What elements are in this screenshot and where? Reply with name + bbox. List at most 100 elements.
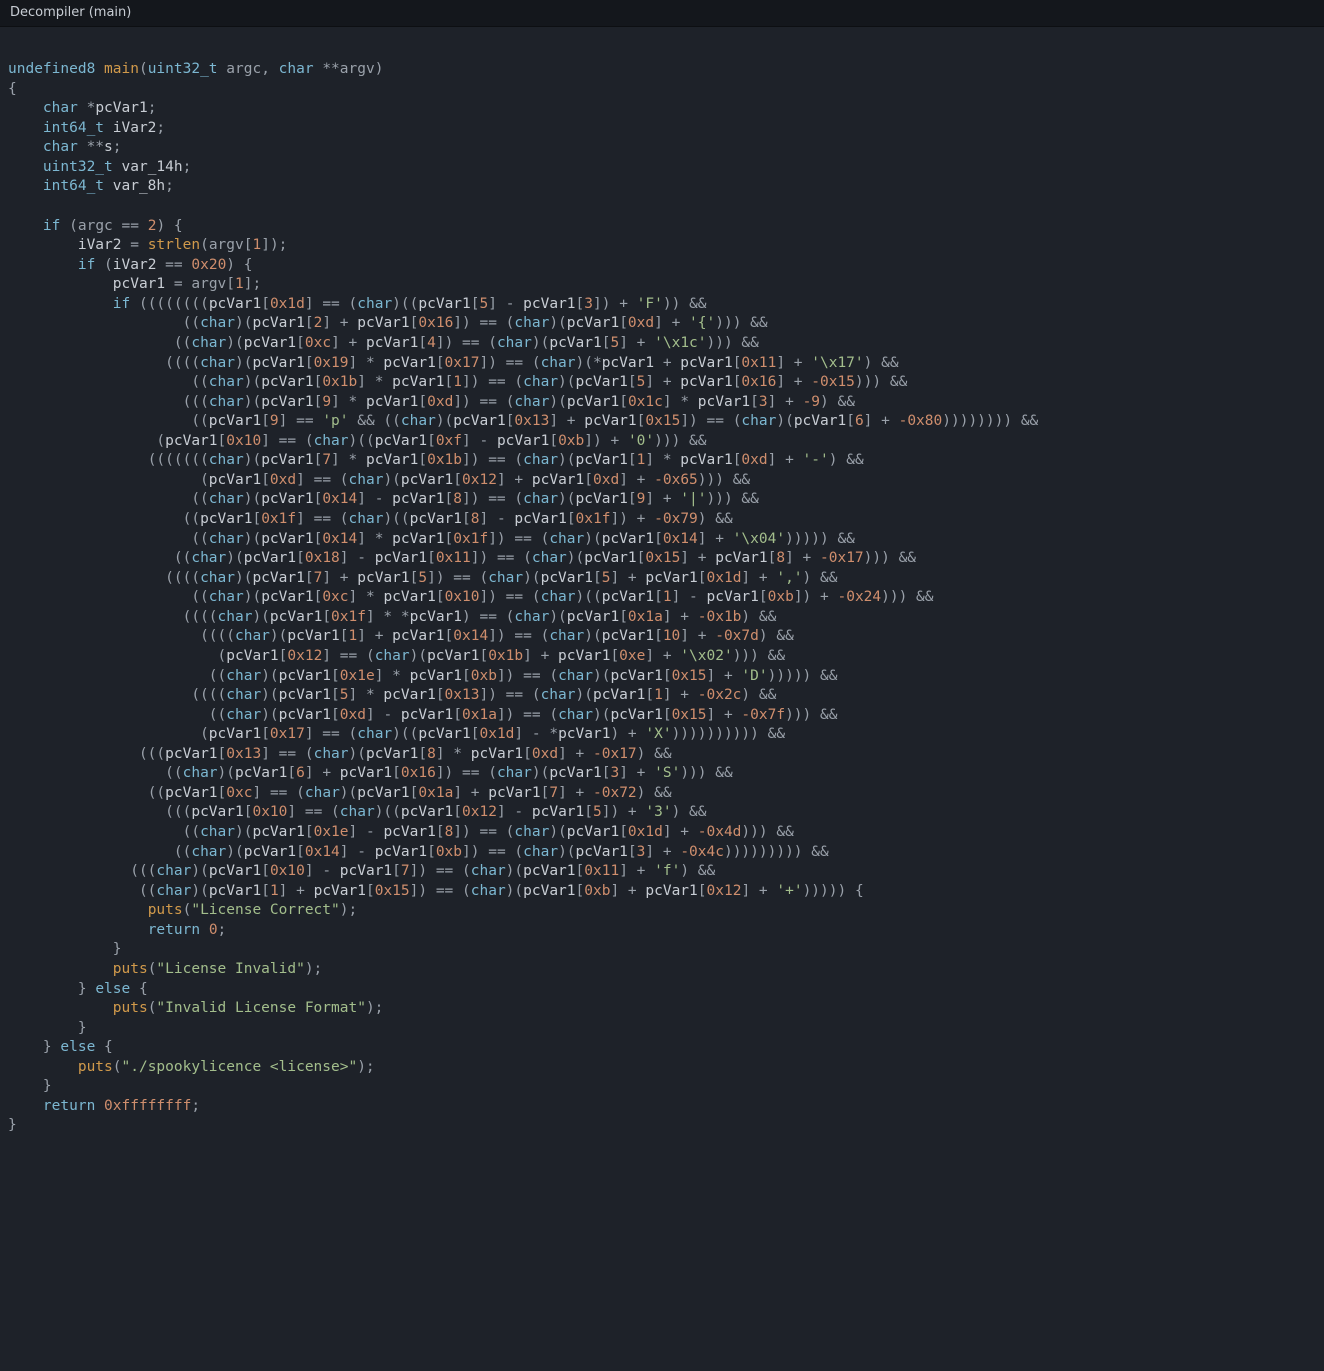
pv: pcVar1: [410, 609, 462, 625]
pv: pcVar1: [584, 413, 636, 429]
decl-char2: char: [43, 139, 78, 155]
cast: char: [340, 804, 375, 820]
cast: char: [218, 609, 253, 625]
pv: pcVar1: [680, 452, 732, 468]
n: 8: [445, 824, 454, 840]
n: 0x12: [462, 472, 497, 488]
n: 0x1f: [576, 511, 611, 527]
n: 5: [610, 335, 619, 351]
pv: pcVar1: [532, 472, 584, 488]
pv: pcVar1: [576, 374, 628, 390]
n: 1: [654, 687, 663, 703]
ch: '3': [645, 804, 671, 820]
pv: pcVar1: [549, 335, 601, 351]
n: 1: [349, 628, 358, 644]
n: -0x1b: [698, 609, 742, 625]
n: 0x13: [226, 746, 261, 762]
n: 5: [593, 804, 602, 820]
function-name-main: main: [104, 61, 139, 77]
cast: char: [226, 687, 261, 703]
ch: 'F': [637, 296, 663, 312]
cast: char: [497, 335, 532, 351]
pv: pcVar1: [453, 413, 505, 429]
ch: 'X': [645, 726, 671, 742]
cast: char: [314, 433, 349, 449]
cast: char: [558, 707, 593, 723]
n: -9: [803, 394, 820, 410]
n: 0xf: [436, 433, 462, 449]
cast: char: [200, 355, 235, 371]
num-0x20: 0x20: [191, 257, 226, 273]
n: 0xc: [305, 335, 331, 351]
n: 0x1b: [427, 452, 462, 468]
ch: 'p': [322, 413, 348, 429]
cast: char: [209, 531, 244, 547]
ref-ivar2: iVar2: [78, 237, 122, 253]
cast: char: [558, 668, 593, 684]
n: 8: [453, 491, 462, 507]
ch: '+': [776, 883, 802, 899]
cast: char: [226, 668, 261, 684]
pv: pcVar1: [410, 511, 462, 527]
n: 0xd: [427, 394, 453, 410]
call-puts-invalid: puts: [113, 961, 148, 977]
pv: pcVar1: [235, 765, 287, 781]
n: 0x11: [741, 355, 776, 371]
n: 6: [296, 765, 305, 781]
n: 1: [663, 589, 672, 605]
cast: char: [200, 315, 235, 331]
decl-char: char: [43, 100, 78, 116]
cast: char: [209, 452, 244, 468]
n: -0x7f: [741, 707, 785, 723]
n: 1: [270, 883, 279, 899]
pv: pcVar1: [226, 648, 278, 664]
kw-else: else: [95, 981, 130, 997]
n: 0xc: [322, 589, 348, 605]
pv: pcVar1: [252, 824, 304, 840]
ch: 'S': [654, 765, 680, 781]
n: 0xd: [741, 452, 767, 468]
n: 0xb: [436, 844, 462, 860]
call-puts-correct: puts: [148, 902, 183, 918]
ch: 'D': [741, 668, 767, 684]
n: 0x14: [305, 844, 340, 860]
type-char: char: [279, 61, 314, 77]
n: 0x17: [270, 726, 305, 742]
pv: pcVar1: [209, 883, 261, 899]
pv: pcVar1: [392, 491, 444, 507]
pv: pcVar1: [602, 628, 654, 644]
pv: pcVar1: [287, 628, 339, 644]
type-uint32: uint32_t: [148, 61, 218, 77]
cast: char: [349, 511, 384, 527]
call-puts-usage: puts: [78, 1059, 113, 1075]
pv: pcVar1: [165, 433, 217, 449]
pv: pcVar1: [366, 394, 418, 410]
kw-else2: else: [60, 1039, 95, 1055]
n: 0xd: [340, 707, 366, 723]
pv: pcVar1: [401, 804, 453, 820]
n: 0x10: [270, 863, 305, 879]
n: 0x19: [314, 355, 349, 371]
cast: char: [471, 883, 506, 899]
n: 0x10: [226, 433, 261, 449]
n: -0x4d: [698, 824, 742, 840]
n: 0x1f: [331, 609, 366, 625]
decompiler-source-view[interactable]: undefined8 main(uint32_t argc, char **ar…: [0, 27, 1324, 1157]
n: 0x14: [453, 628, 488, 644]
pv: pcVar1: [567, 824, 619, 840]
n: -0x2c: [698, 687, 742, 703]
pv: pcVar1: [244, 550, 296, 566]
decl-int64: int64_t: [43, 120, 104, 136]
param-argc: argc: [226, 61, 261, 77]
cast: char: [514, 394, 549, 410]
pv: pcVar1: [314, 883, 366, 899]
ch: '\x17': [811, 355, 863, 371]
n: 0x15: [645, 550, 680, 566]
pv: pcVar1: [261, 589, 313, 605]
n: 0x1d: [270, 296, 305, 312]
str-invalid-format: "Invalid License Format": [156, 1000, 366, 1016]
cast: char: [401, 413, 436, 429]
pv: pcVar1: [567, 315, 619, 331]
cast: char: [541, 589, 576, 605]
pv: pcVar1: [707, 589, 759, 605]
